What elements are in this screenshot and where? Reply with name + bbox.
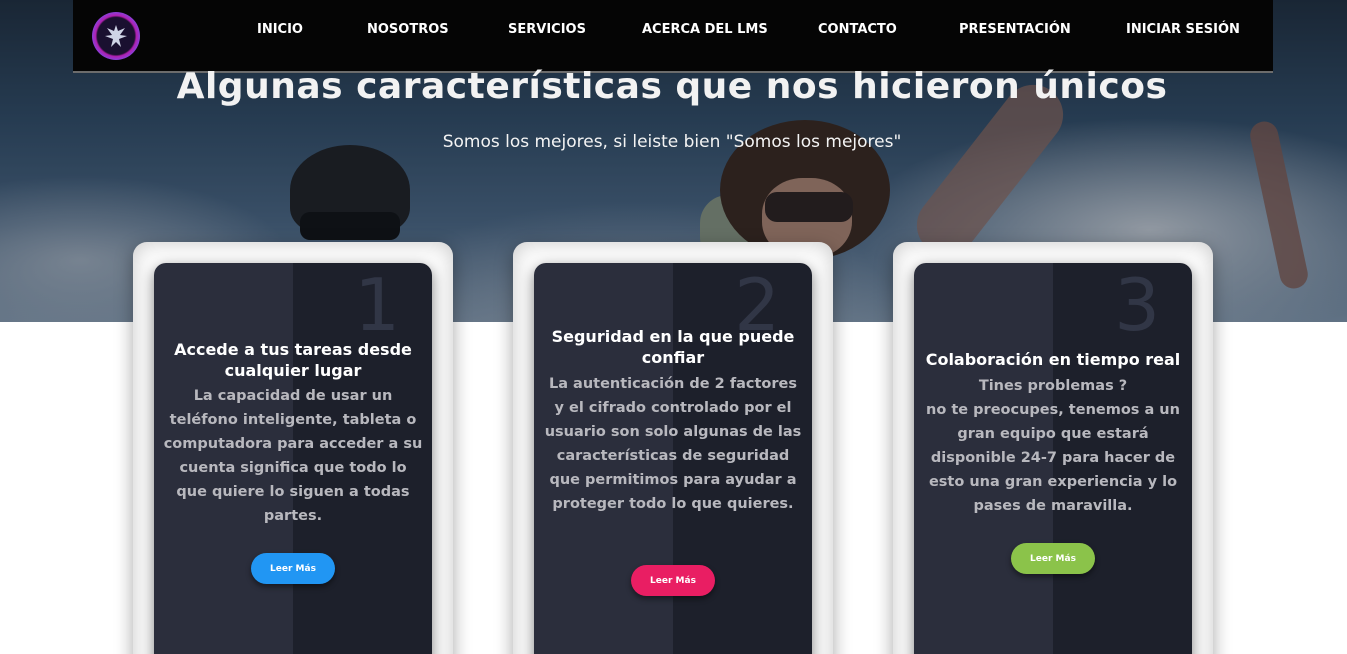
card-title: Colaboración en tiempo real <box>925 350 1181 369</box>
card-number: 3 <box>1114 263 1160 347</box>
card-text: Tines problemas ? no te preocupes, tenem… <box>926 378 1180 514</box>
nav-item-iniciar-sesion[interactable]: INICIAR SESIÓN <box>1126 22 1240 40</box>
card-number: 1 <box>354 263 400 347</box>
nav-item-presentacion[interactable]: PRESENTACIÓN <box>959 22 1071 40</box>
feature-card-inner: 3 Colaboración en tiempo real Tines prob… <box>914 263 1192 654</box>
card-text: La autenticación de 2 factores y el cifr… <box>544 376 802 512</box>
nav-item-inicio[interactable]: INICIO <box>257 22 303 40</box>
card-text: La capacidad de usar un teléfono intelig… <box>163 388 423 524</box>
hero-photo-detail <box>290 145 410 235</box>
feature-card-inner: 1 Accede a tus tareas desde cualquier lu… <box>154 263 432 654</box>
feature-card-1: 1 Accede a tus tareas desde cualquier lu… <box>133 242 453 654</box>
hero-photo-detail <box>300 212 400 240</box>
nav-item-contacto[interactable]: CONTACTO <box>818 22 897 40</box>
section-subtitle: Somos los mejores, si leiste bien "Somos… <box>442 132 902 152</box>
feature-card-2: 2 Seguridad en la que puede confiar La a… <box>513 242 833 654</box>
nav-item-servicios[interactable]: SERVICIOS <box>508 22 586 40</box>
leer-mas-button[interactable]: Leer Más <box>631 565 715 596</box>
nav-item-nosotros[interactable]: NOSOTROS <box>367 22 449 40</box>
card-title: Accede a tus tareas desde cualquier luga… <box>174 340 412 380</box>
leer-mas-button[interactable]: Leer Más <box>251 553 335 584</box>
card-title: Seguridad en la que puede confiar <box>551 327 795 367</box>
phoenix-logo-icon[interactable] <box>92 12 140 60</box>
hero-photo-detail <box>765 192 853 222</box>
top-navbar: INICIO NOSOTROS SERVICIOS ACERCA DEL LMS… <box>73 0 1273 73</box>
section-title: Algunas características que nos hicieron… <box>176 66 1168 107</box>
feature-card-inner: 2 Seguridad en la que puede confiar La a… <box>534 263 812 654</box>
nav-item-acerca-del-lms[interactable]: ACERCA DEL LMS <box>642 22 768 40</box>
feature-card-3: 3 Colaboración en tiempo real Tines prob… <box>893 242 1213 654</box>
leer-mas-button[interactable]: Leer Más <box>1011 543 1095 574</box>
phoenix-logo-icon <box>105 25 127 47</box>
